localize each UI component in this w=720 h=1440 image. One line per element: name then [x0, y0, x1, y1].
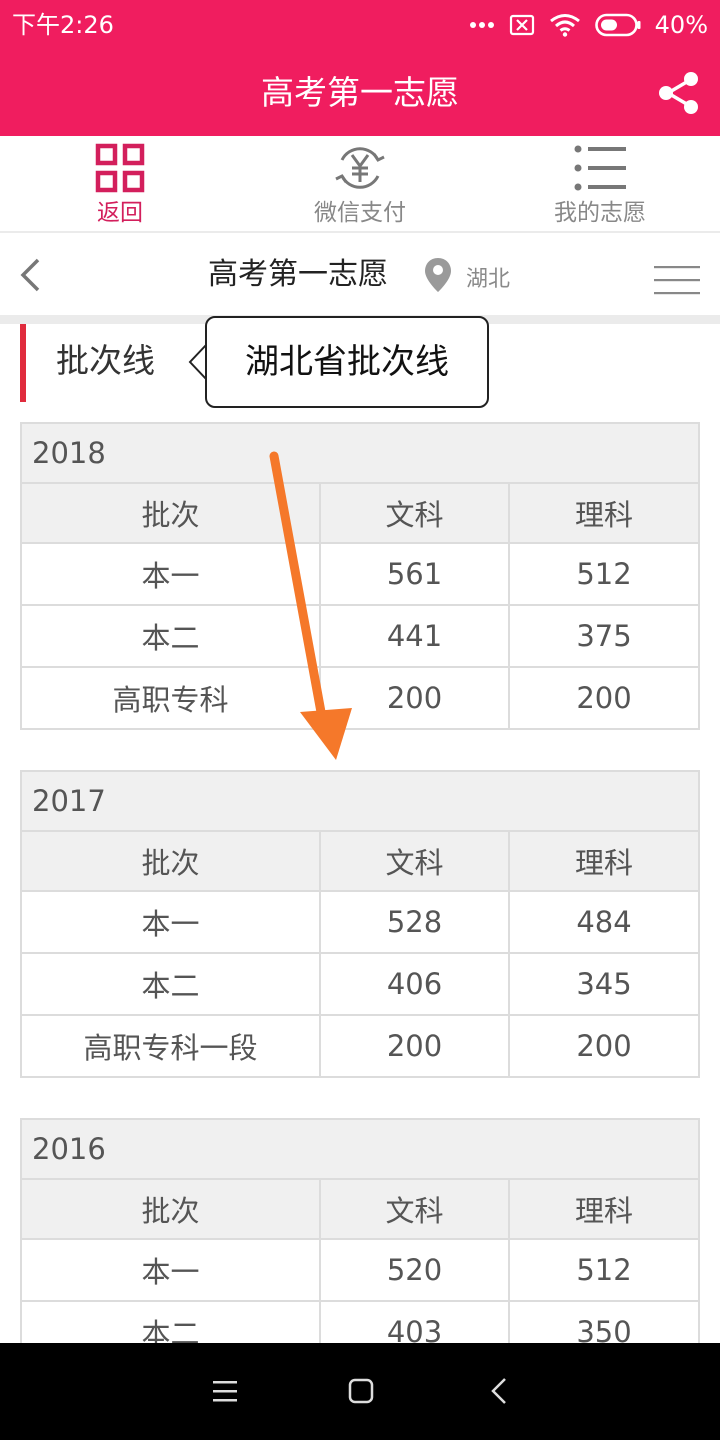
- header-cell: 文科: [321, 1180, 510, 1238]
- grid-icon: [94, 142, 146, 194]
- status-icons: 40%: [469, 8, 708, 42]
- page-title: 高考第一志愿: [208, 257, 388, 292]
- table-cell: 528: [321, 892, 510, 952]
- yuan-cycle-icon: [334, 142, 386, 194]
- table-row: 本二 406 345: [22, 954, 698, 1016]
- home-nav-icon[interactable]: [341, 1371, 381, 1411]
- header-cell: 批次: [22, 1180, 321, 1238]
- back-chevron-icon[interactable]: [16, 257, 46, 293]
- table-cell: 375: [576, 619, 632, 653]
- table-header-row: 批次 文科 理科: [22, 1180, 698, 1240]
- table-cell: 200: [321, 1016, 510, 1076]
- header-cell: 理科: [574, 1194, 633, 1228]
- table-cell: 345: [576, 967, 632, 1001]
- table-year: 2017: [22, 772, 698, 832]
- menu-nav-icon[interactable]: [205, 1371, 245, 1411]
- sub-nav: 高考第一志愿 湖北: [0, 235, 720, 315]
- header-cell: 理科: [574, 498, 633, 532]
- battery-percent: 40%: [654, 11, 708, 39]
- section-accent-bar: [20, 324, 26, 402]
- table-cell: 本一: [22, 1240, 321, 1300]
- tab-wechat-pay[interactable]: 微信支付: [240, 136, 480, 231]
- table-cell: 本一: [22, 892, 321, 952]
- table-cell: 512: [576, 557, 632, 591]
- table-year: 2016: [22, 1120, 698, 1180]
- tab-my-choices[interactable]: 我的志愿: [480, 136, 720, 231]
- table-cell: 高职专科一段: [22, 1016, 321, 1076]
- table-cell: 520: [321, 1240, 510, 1300]
- battery-icon: [594, 13, 641, 37]
- section-title: 批次线: [56, 341, 155, 380]
- status-time: 下午2:26: [12, 11, 114, 39]
- header-cell: 理科: [574, 846, 633, 880]
- tab-bar: 返回 微信支付 我的志愿: [0, 136, 720, 233]
- table-row: 本一 520 512: [22, 1240, 698, 1302]
- tab-back[interactable]: 返回: [0, 136, 240, 231]
- status-bar: 下午2:26 40%: [0, 0, 720, 50]
- header-cell: 文科: [321, 832, 510, 890]
- wifi-icon: [549, 13, 581, 37]
- tab-wechat-pay-label: 微信支付: [314, 200, 406, 226]
- table-cell: 200: [576, 681, 632, 715]
- back-nav-icon[interactable]: [480, 1371, 520, 1411]
- app-header: 高考第一志愿: [0, 50, 720, 136]
- tab-my-choices-label: 我的志愿: [554, 200, 646, 226]
- list-icon: [574, 142, 626, 194]
- table-cell: 200: [576, 1029, 632, 1063]
- callout-text: 湖北省批次线: [245, 342, 449, 382]
- system-nav-bar: [0, 1343, 720, 1440]
- location-label[interactable]: 湖北: [466, 265, 510, 295]
- table-cell: 本二: [22, 954, 321, 1014]
- app-title: 高考第一志愿: [261, 73, 459, 112]
- tab-back-label: 返回: [97, 200, 143, 226]
- table-cell: 484: [576, 905, 632, 939]
- location-pin-icon[interactable]: [424, 257, 452, 293]
- table-header-row: 批次 文科 理科: [22, 832, 698, 892]
- more-dots-icon: [469, 21, 495, 29]
- table-cell: 406: [321, 954, 510, 1014]
- table-row: 高职专科一段 200 200: [22, 1016, 698, 1078]
- year-table-2017: 2017 批次 文科 理科 本一 528 484 本二 406 345 高职专科…: [20, 770, 700, 1078]
- header-cell: 批次: [22, 832, 321, 890]
- share-icon[interactable]: [656, 70, 702, 116]
- table-row: 本一 528 484: [22, 892, 698, 954]
- hamburger-menu-icon[interactable]: [654, 265, 700, 295]
- sim-off-icon: [509, 14, 535, 36]
- callout-bubble: 湖北省批次线: [205, 316, 489, 408]
- annotation-arrow: [269, 451, 352, 760]
- table-cell: 512: [576, 1253, 632, 1287]
- year-table-2016: 2016 批次 文科 理科 本一 520 512 本二 403 350: [20, 1118, 700, 1364]
